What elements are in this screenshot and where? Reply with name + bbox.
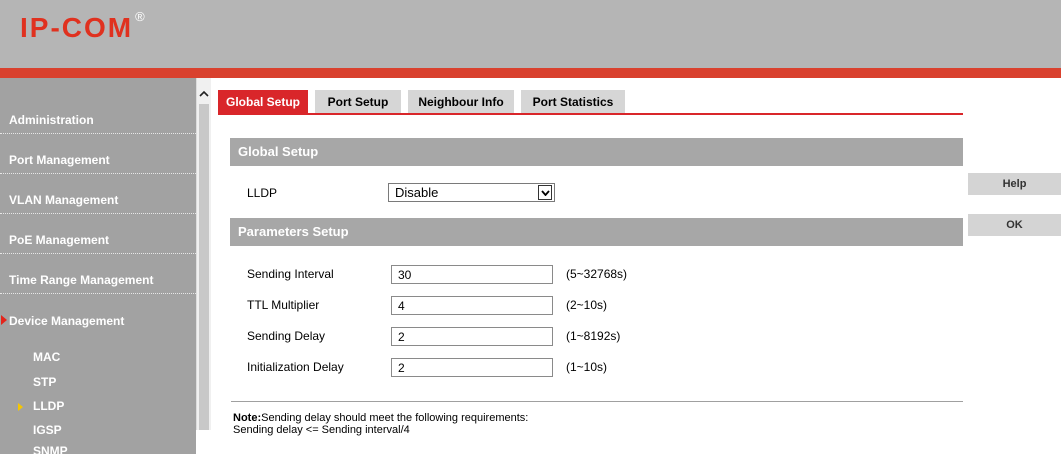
lldp-select[interactable]: Disable xyxy=(388,183,555,202)
sidebar-item-label: Device Management xyxy=(9,314,125,328)
logo-text: IP-COM xyxy=(20,12,134,43)
ttl-multiplier-range: (2~10s) xyxy=(566,298,608,312)
initialization-delay-range: (1~10s) xyxy=(566,360,608,374)
registered-mark: ® xyxy=(135,9,145,24)
global-setup-heading: Global Setup xyxy=(230,138,963,166)
note-title: Note: xyxy=(233,412,262,424)
tab-port-statistics[interactable]: Port Statistics xyxy=(521,90,625,114)
sidebar-item-label: VLAN Management xyxy=(9,193,119,207)
expanded-arrow-icon xyxy=(1,315,7,325)
parameters-setup-heading: Parameters Setup xyxy=(230,218,963,246)
sidebar-item-vlan-management[interactable]: VLAN Management xyxy=(0,174,196,214)
lldp-select-value: Disable xyxy=(395,185,439,200)
sending-delay-label: Sending Delay xyxy=(247,329,326,343)
scroll-up-icon[interactable] xyxy=(196,86,211,100)
ttl-multiplier-label: TTL Multiplier xyxy=(247,298,320,312)
initialization-delay-input[interactable] xyxy=(391,358,553,377)
initialization-delay-label: Initialization Delay xyxy=(247,360,344,374)
note-line-1: Sending delay should meet the following … xyxy=(261,412,529,424)
sidebar-item-label: Administration xyxy=(9,113,94,127)
sidebar-item-port-management[interactable]: Port Management xyxy=(0,134,196,174)
sidebar-item-poe-management[interactable]: PoE Management xyxy=(0,214,196,254)
sidebar-subitem-snmp[interactable]: SNMP xyxy=(33,444,68,458)
sending-delay-input[interactable] xyxy=(391,327,553,346)
sidebar-item-label: Time Range Management xyxy=(9,273,154,287)
sidebar: Administration Port Management VLAN Mana… xyxy=(0,78,196,458)
tab-underline xyxy=(218,113,963,115)
chevron-down-icon xyxy=(538,185,552,200)
scrollbar-thumb[interactable] xyxy=(199,104,209,430)
sending-interval-label: Sending Interval xyxy=(247,267,334,281)
sidebar-subitem-lldp[interactable]: LLDP xyxy=(33,399,64,413)
tab-global-setup[interactable]: Global Setup xyxy=(218,90,308,114)
ttl-multiplier-input[interactable] xyxy=(391,296,553,315)
header-bar: IP-COM ® xyxy=(0,0,1061,68)
sending-interval-range: (5~32768s) xyxy=(566,267,628,281)
help-button[interactable]: Help xyxy=(968,173,1061,195)
note-text: Note:Sending delay should meet the follo… xyxy=(233,412,528,436)
header-accent-bar xyxy=(0,68,1061,78)
tab-neighbour-info[interactable]: Neighbour Info xyxy=(408,90,514,114)
lldp-label: LLDP xyxy=(247,186,278,200)
tab-port-setup[interactable]: Port Setup xyxy=(315,90,401,114)
sidebar-subitem-stp[interactable]: STP xyxy=(33,375,56,389)
sending-delay-range: (1~8192s) xyxy=(566,329,621,343)
sidebar-item-time-range-management[interactable]: Time Range Management xyxy=(0,254,196,294)
sidebar-subitem-igsp[interactable]: IGSP xyxy=(33,423,62,437)
sidebar-item-label: PoE Management xyxy=(9,233,110,247)
sidebar-subitem-mac[interactable]: MAC xyxy=(33,350,60,364)
ok-button[interactable]: OK xyxy=(968,214,1061,236)
sidebar-item-administration[interactable]: Administration xyxy=(0,94,196,134)
sidebar-item-device-management[interactable]: Device Management xyxy=(0,294,196,334)
note-line-2: Sending delay <= Sending interval/4 xyxy=(233,424,410,436)
section-divider xyxy=(231,401,963,402)
sending-interval-input[interactable] xyxy=(391,265,553,284)
sidebar-item-label: Port Management xyxy=(9,153,110,167)
ip-com-logo: IP-COM ® xyxy=(20,8,145,48)
selected-arrow-icon xyxy=(18,403,23,411)
